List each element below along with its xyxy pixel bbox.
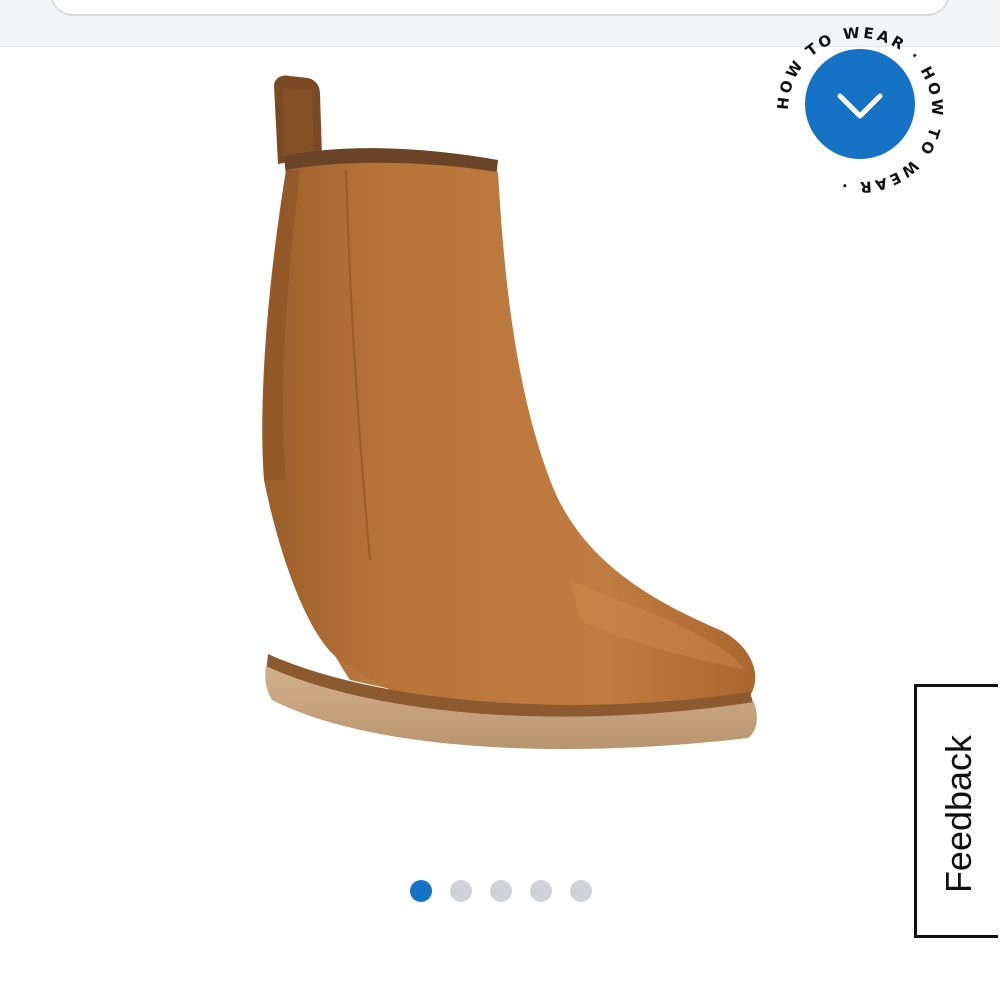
product-image[interactable]	[220, 60, 800, 820]
search-input[interactable]	[50, 0, 950, 16]
feedback-label: Feedback	[938, 734, 979, 894]
how-to-wear-button[interactable]: HOW TO WEAR · HOW TO WEAR ·	[770, 20, 950, 200]
feedback-button[interactable]: Feedback	[914, 684, 998, 938]
product-page: HOW TO WEAR · HOW TO WEAR · Feedback	[0, 0, 1000, 1000]
carousel-dot-1[interactable]	[410, 880, 432, 902]
how-to-wear-circle[interactable]	[805, 49, 915, 159]
carousel-dot-2[interactable]	[450, 880, 472, 902]
carousel-pagination	[410, 880, 592, 902]
carousel-dot-4[interactable]	[530, 880, 552, 902]
carousel-dot-5[interactable]	[570, 880, 592, 902]
carousel-dot-3[interactable]	[490, 880, 512, 902]
